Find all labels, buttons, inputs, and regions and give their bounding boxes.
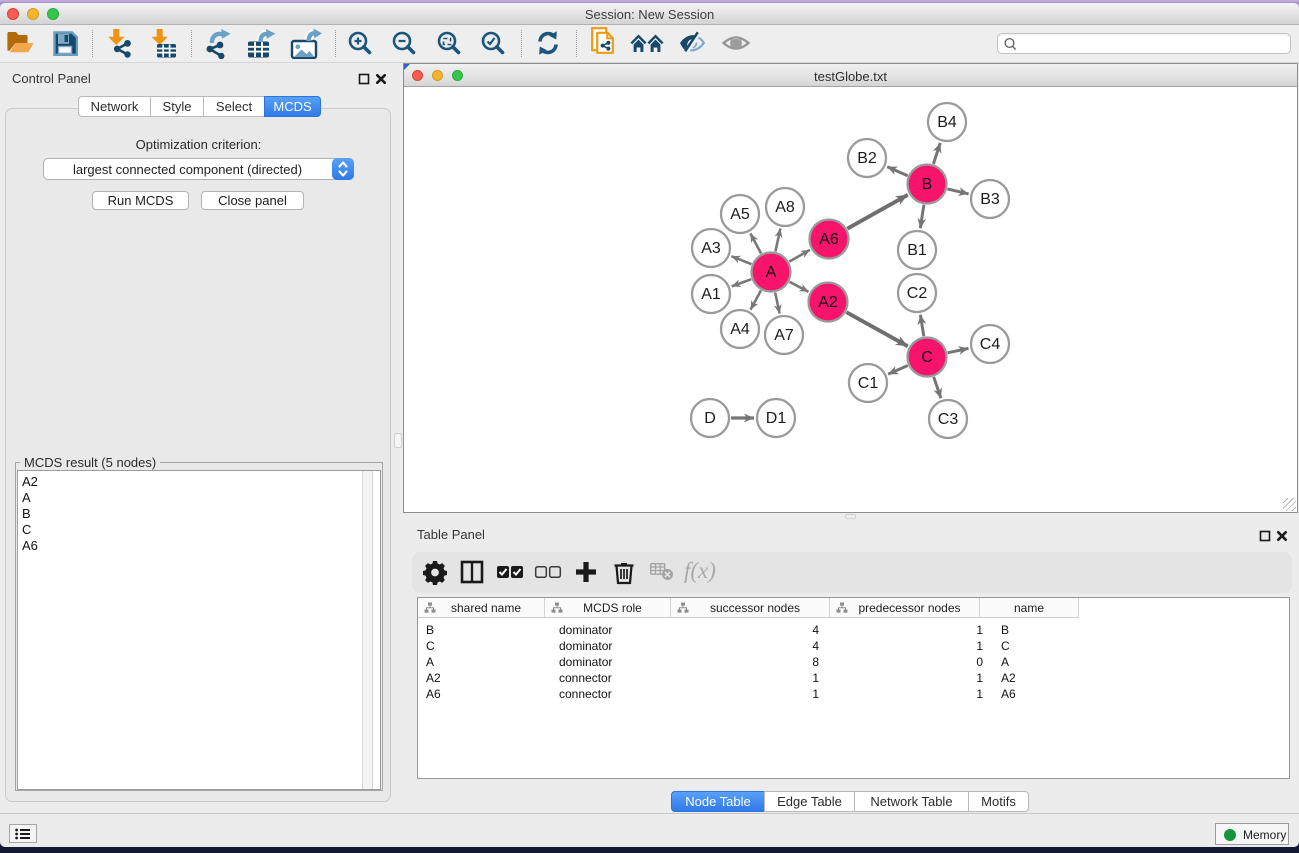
svg-text:A8: A8 <box>775 199 795 216</box>
svg-text:C3: C3 <box>938 411 959 428</box>
svg-text:A: A <box>766 264 777 281</box>
svg-text:C4: C4 <box>980 336 1001 353</box>
svg-text:B1: B1 <box>907 242 927 259</box>
svg-text:B4: B4 <box>937 114 957 131</box>
svg-text:A4: A4 <box>730 321 750 338</box>
svg-text:A7: A7 <box>774 327 794 344</box>
svg-text:A2: A2 <box>818 294 838 311</box>
svg-text:A3: A3 <box>701 240 721 257</box>
svg-text:A1: A1 <box>701 286 721 303</box>
svg-text:D: D <box>704 410 716 427</box>
svg-text:A5: A5 <box>730 206 750 223</box>
svg-text:B3: B3 <box>980 191 1000 208</box>
svg-text:C2: C2 <box>907 285 928 302</box>
svg-text:B2: B2 <box>857 150 877 167</box>
svg-text:C1: C1 <box>858 375 879 392</box>
svg-text:A6: A6 <box>819 231 839 248</box>
svg-text:C: C <box>921 349 933 366</box>
svg-text:D1: D1 <box>766 410 787 427</box>
svg-text:B: B <box>922 176 933 193</box>
